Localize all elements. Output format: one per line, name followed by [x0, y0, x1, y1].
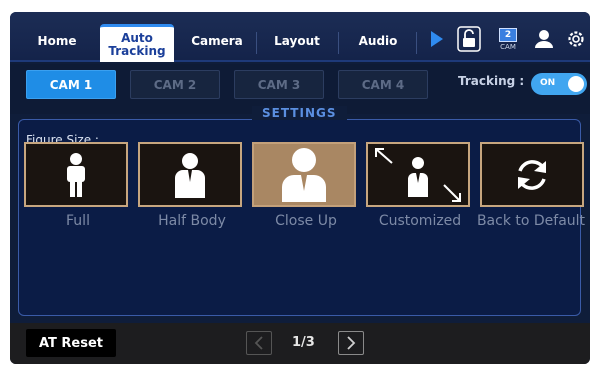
toggle-knob [568, 76, 584, 92]
tab-audio[interactable]: Audio [342, 22, 414, 60]
figure-option-label: Back to Default [476, 213, 586, 229]
figure-option-label: Half Body [158, 213, 226, 229]
cam-1-button[interactable]: CAM 1 [26, 70, 116, 99]
chevron-right-icon [347, 336, 356, 350]
figure-option-half-body[interactable] [138, 142, 242, 207]
tab-auto-tracking[interactable]: Auto Tracking [100, 24, 174, 62]
user-icon[interactable] [532, 26, 556, 52]
figure-option-customized[interactable] [366, 142, 470, 207]
unlock-icon[interactable] [456, 26, 482, 52]
figure-option-label: Full [66, 213, 90, 229]
chevron-left-icon [254, 336, 263, 350]
cam-2-button[interactable]: CAM 2 [130, 70, 220, 99]
cam-4-button[interactable]: CAM 4 [338, 70, 428, 99]
refresh-icon [518, 159, 546, 190]
tracking-toggle[interactable]: ON [531, 73, 587, 95]
cam-badge-number: 2 [499, 27, 517, 42]
half-body-icon [175, 152, 205, 198]
tab-divider [338, 32, 339, 54]
at-reset-button[interactable]: AT Reset [26, 329, 116, 357]
tab-auto-tracking-line1: Auto [121, 30, 153, 45]
full-body-icon [67, 152, 85, 197]
cam-badge-text: CAM [500, 42, 516, 51]
settings-title: SETTINGS [252, 106, 347, 120]
figure-option-full[interactable] [24, 142, 128, 207]
customized-resize-icon [375, 147, 461, 202]
cam-badge-icon[interactable]: 2 CAM [494, 26, 522, 52]
tab-layout[interactable]: Layout [260, 22, 334, 60]
tab-camera[interactable]: Camera [180, 22, 254, 60]
figure-option-close-up[interactable] [252, 142, 356, 207]
previous-page-button[interactable] [246, 331, 272, 355]
tab-home[interactable]: Home [18, 22, 96, 60]
tab-auto-tracking-line2: Tracking [108, 43, 166, 58]
tab-divider [256, 32, 257, 54]
device-screen: Home Auto Tracking Camera Layout Audio 2… [10, 12, 590, 364]
tracking-label: Tracking : [458, 74, 525, 88]
gear-icon[interactable] [564, 26, 588, 52]
top-navigation: Home Auto Tracking Camera Layout Audio 2… [10, 12, 590, 62]
figure-option-label: Customized [378, 213, 462, 229]
cam-3-button[interactable]: CAM 3 [234, 70, 324, 99]
close-up-icon [282, 148, 326, 202]
play-icon[interactable] [426, 26, 448, 52]
next-page-button[interactable] [338, 331, 364, 355]
figure-option-label: Close Up [275, 213, 337, 229]
figure-option-back-to-default[interactable] [480, 142, 584, 207]
tab-divider [416, 32, 417, 54]
page-indicator: 1/3 [292, 335, 315, 350]
bottom-bar: AT Reset 1/3 [10, 323, 590, 364]
tracking-toggle-state: ON [540, 78, 556, 88]
